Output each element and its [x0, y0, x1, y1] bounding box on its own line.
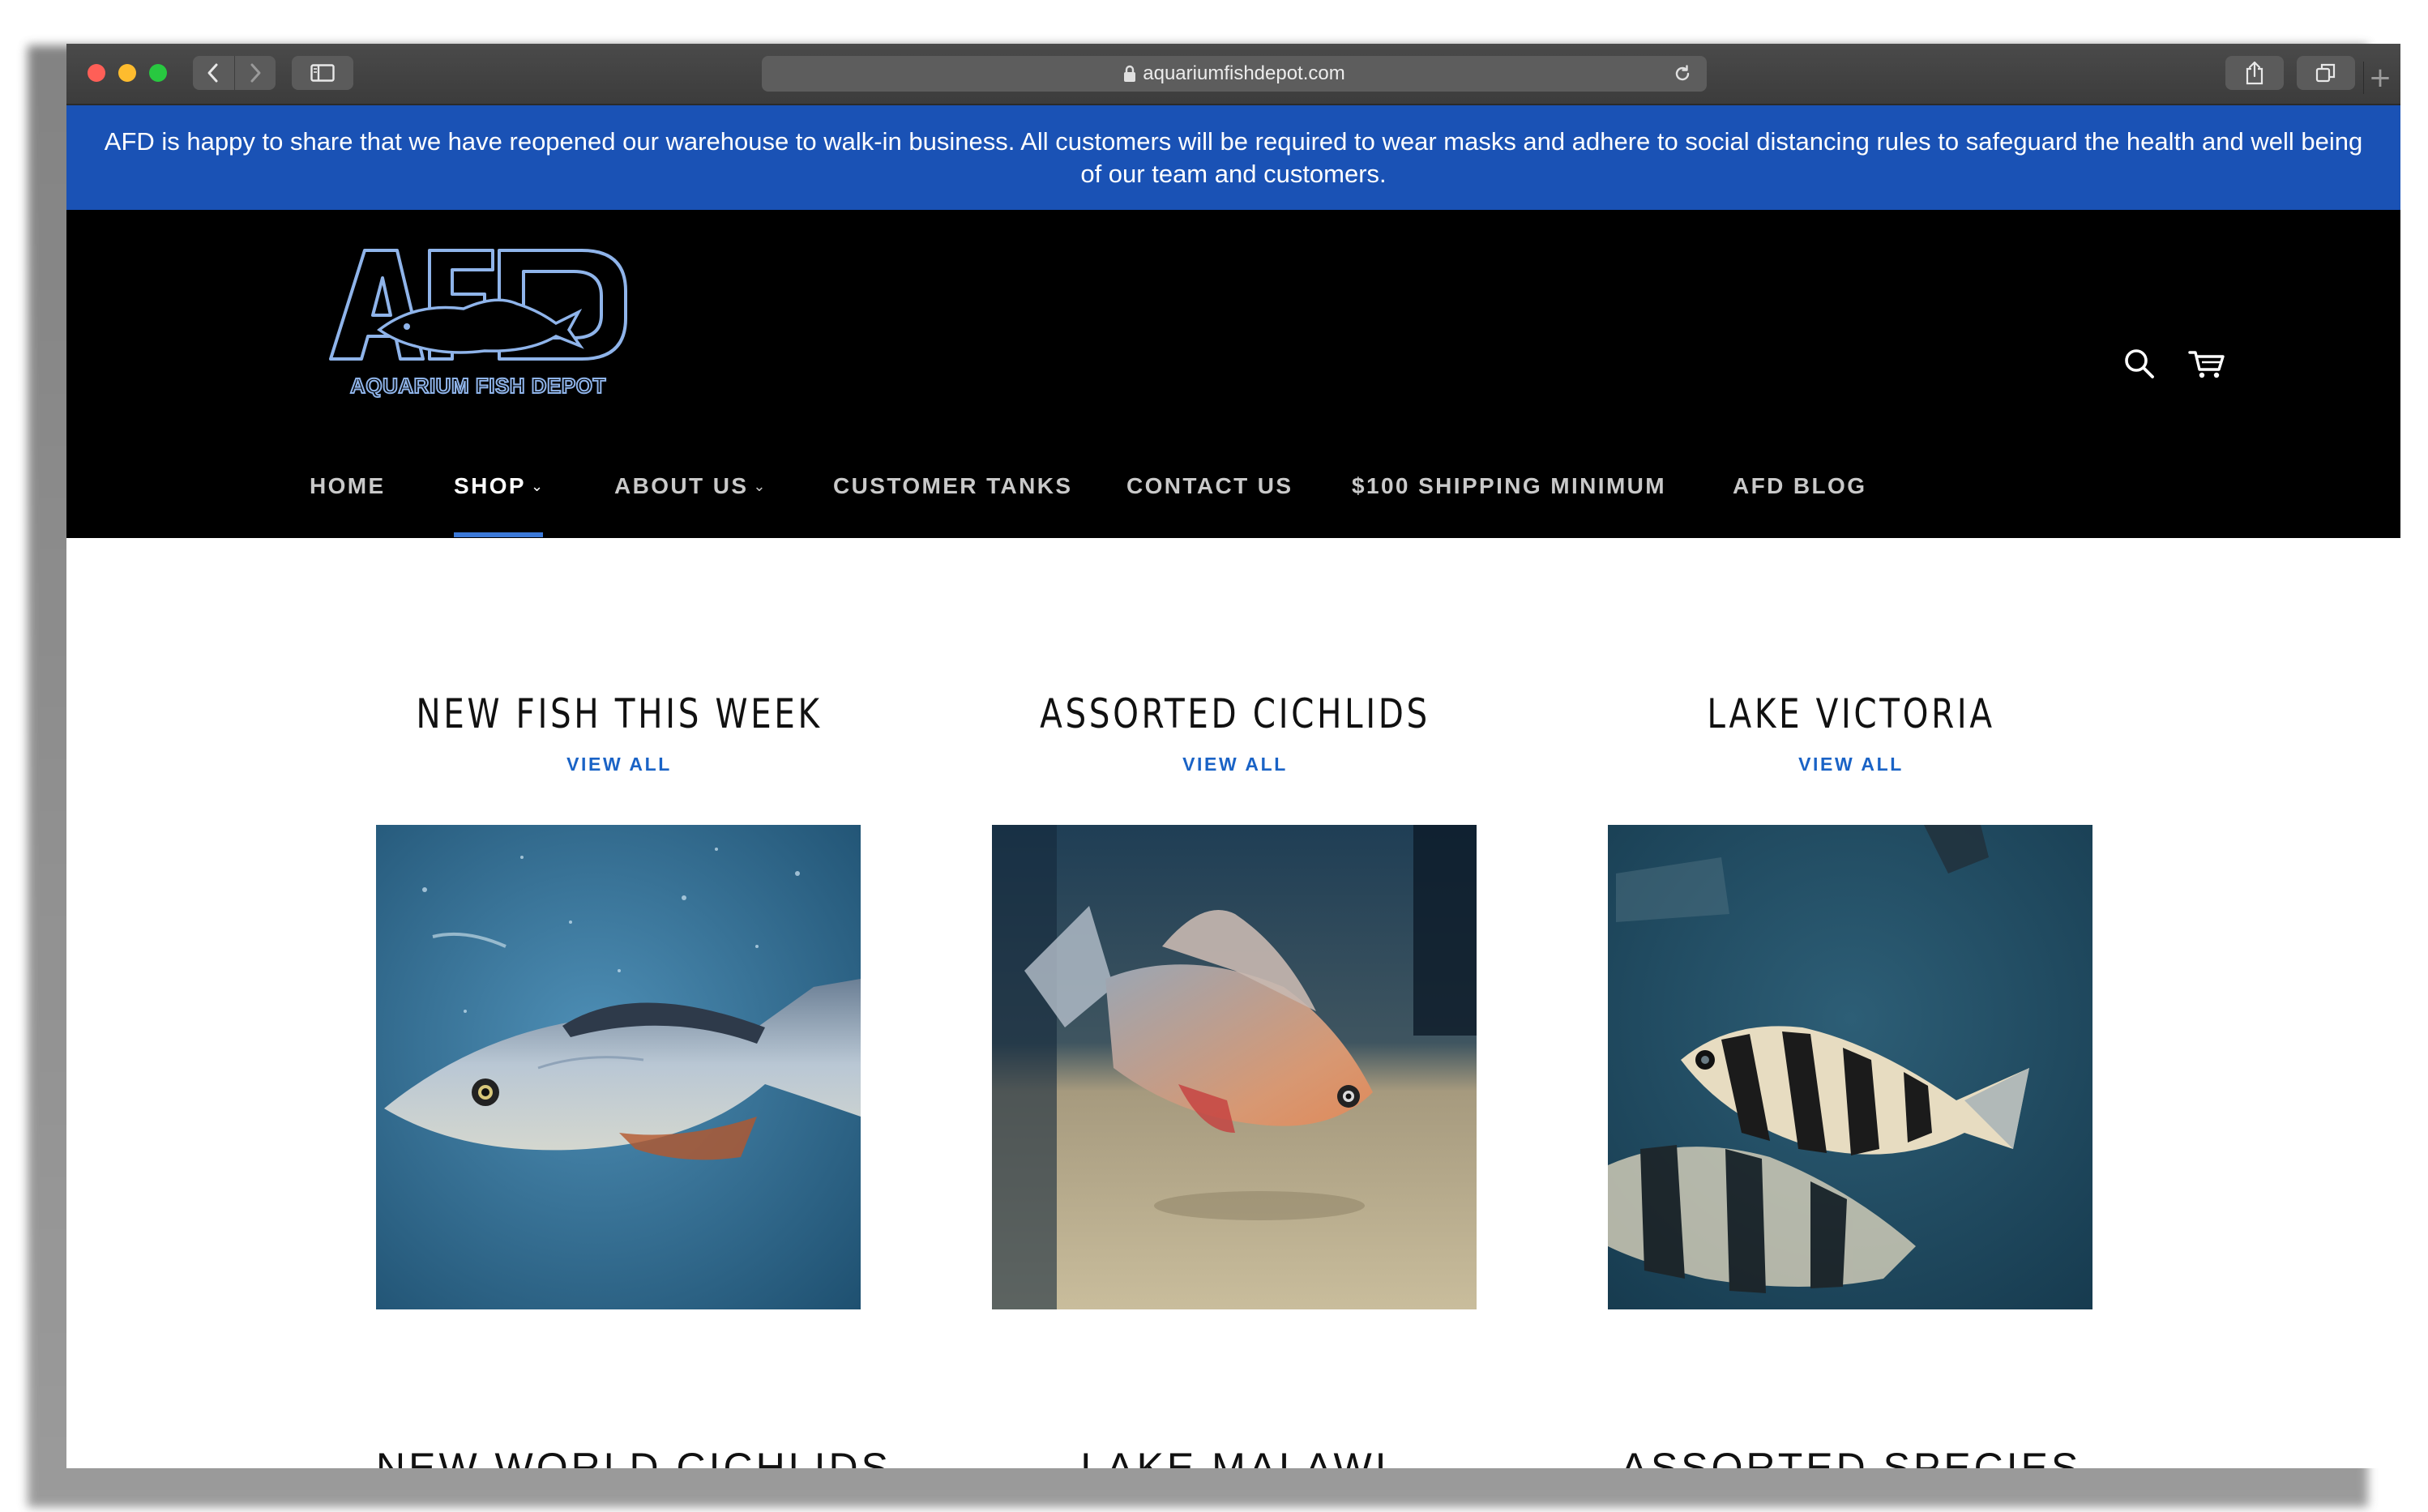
fish-photo-cichlid: [992, 825, 1477, 1309]
minimize-window-button[interactable]: [118, 64, 136, 82]
url-text: aquariumfishdepot.com: [1143, 62, 1345, 84]
chevron-right-icon: [250, 63, 261, 83]
view-all-link[interactable]: VIEW ALL: [992, 754, 1478, 775]
collection-image-lake-victoria[interactable]: [1608, 825, 2092, 1309]
collection-image-assorted-cichlids[interactable]: [992, 825, 1477, 1309]
nav-label: HOME: [310, 473, 386, 498]
nav-label: SHOP: [454, 473, 526, 498]
fish-photo-striped: [1608, 825, 2092, 1309]
search-icon[interactable]: [2123, 348, 2156, 380]
collection-lake-victoria: LAKE VICTORIA VIEW ALL: [1608, 690, 2094, 775]
share-button[interactable]: [2225, 56, 2284, 90]
reload-icon[interactable]: [1673, 64, 1692, 83]
active-nav-indicator: [454, 532, 543, 537]
afd-logo-image: AQUARIUM FISH DEPOT: [329, 249, 627, 399]
forward-button[interactable]: [235, 56, 276, 90]
chevron-left-icon: [207, 63, 218, 83]
view-all-link[interactable]: VIEW ALL: [1608, 754, 2094, 775]
collection-title-new-world-cichlids[interactable]: NEW WORLD CICHLIDS: [376, 1444, 888, 1468]
site-header: AQUARIUM FISH DEPOT: [66, 210, 2400, 440]
nav-item-home[interactable]: HOME: [310, 473, 386, 499]
address-bar[interactable]: aquariumfishdepot.com: [762, 56, 1707, 92]
close-window-button[interactable]: [88, 64, 105, 82]
collection-title[interactable]: LAKE VICTORIA: [1632, 690, 2070, 737]
collection-title-lake-malawi[interactable]: LAKE MALAWI: [992, 1444, 1478, 1468]
nav-label: AFD BLOG: [1733, 473, 1867, 498]
lock-icon: [1124, 65, 1136, 82]
tab-overview-button[interactable]: [2297, 56, 2355, 90]
nav-item-about-us[interactable]: ABOUT US ⌄: [614, 473, 767, 499]
history-nav: [193, 56, 276, 90]
nav-item-shipping-minimum[interactable]: $100 SHIPPING MINIMUM: [1352, 473, 1666, 499]
nav-label: $100 SHIPPING MINIMUM: [1352, 473, 1667, 498]
site-logo[interactable]: AQUARIUM FISH DEPOT: [326, 246, 634, 404]
main-navigation: HOME SHOP ⌄ ABOUT US ⌄ CUSTOMER TANKS CONT…: [66, 439, 2400, 538]
nav-label: CUSTOMER TANKS: [833, 473, 1073, 498]
zoom-window-button[interactable]: [149, 64, 167, 82]
cart-icon[interactable]: [2188, 348, 2225, 380]
back-button[interactable]: [193, 56, 235, 90]
announcement-text: AFD is happy to share that we have reope…: [104, 126, 2363, 188]
new-tab-button[interactable]: +: [2363, 62, 2396, 94]
collection-image-new-fish[interactable]: [376, 825, 861, 1309]
nav-item-contact-us[interactable]: CONTACT US: [1126, 473, 1293, 499]
collection-title[interactable]: NEW FISH THIS WEEK: [400, 690, 838, 737]
logo-subtext: AQUARIUM FISH DEPOT: [350, 374, 606, 398]
collection-new-fish-this-week: NEW FISH THIS WEEK VIEW ALL: [376, 690, 862, 775]
announcement-bar: AFD is happy to share that we have reope…: [66, 105, 2400, 210]
sidebar-icon: [310, 64, 335, 82]
nav-item-shop[interactable]: SHOP ⌄: [454, 473, 545, 499]
nav-label: CONTACT US: [1126, 473, 1293, 498]
nav-item-customer-tanks[interactable]: CUSTOMER TANKS: [833, 473, 1072, 499]
fish-photo-blue: [376, 825, 861, 1309]
browser-window: aquariumfishdepot.com + AFD is happy to …: [66, 44, 2400, 1468]
share-icon: [2246, 61, 2263, 85]
nav-item-afd-blog[interactable]: AFD BLOG: [1733, 473, 1866, 499]
collection-title[interactable]: ASSORTED CICHLIDS: [1016, 690, 1454, 737]
sidebar-toggle-button[interactable]: [292, 56, 353, 90]
nav-label: ABOUT US: [614, 473, 749, 498]
view-all-link[interactable]: VIEW ALL: [376, 754, 862, 775]
browser-toolbar: aquariumfishdepot.com +: [66, 44, 2400, 105]
chevron-down-icon: ⌄: [530, 478, 545, 494]
collection-assorted-cichlids: ASSORTED CICHLIDS VIEW ALL: [992, 690, 1478, 775]
collection-title-assorted-species[interactable]: ASSORTED SPECIES: [1608, 1444, 2094, 1468]
tabs-icon: [2315, 63, 2336, 83]
chevron-down-icon: ⌄: [753, 478, 767, 494]
